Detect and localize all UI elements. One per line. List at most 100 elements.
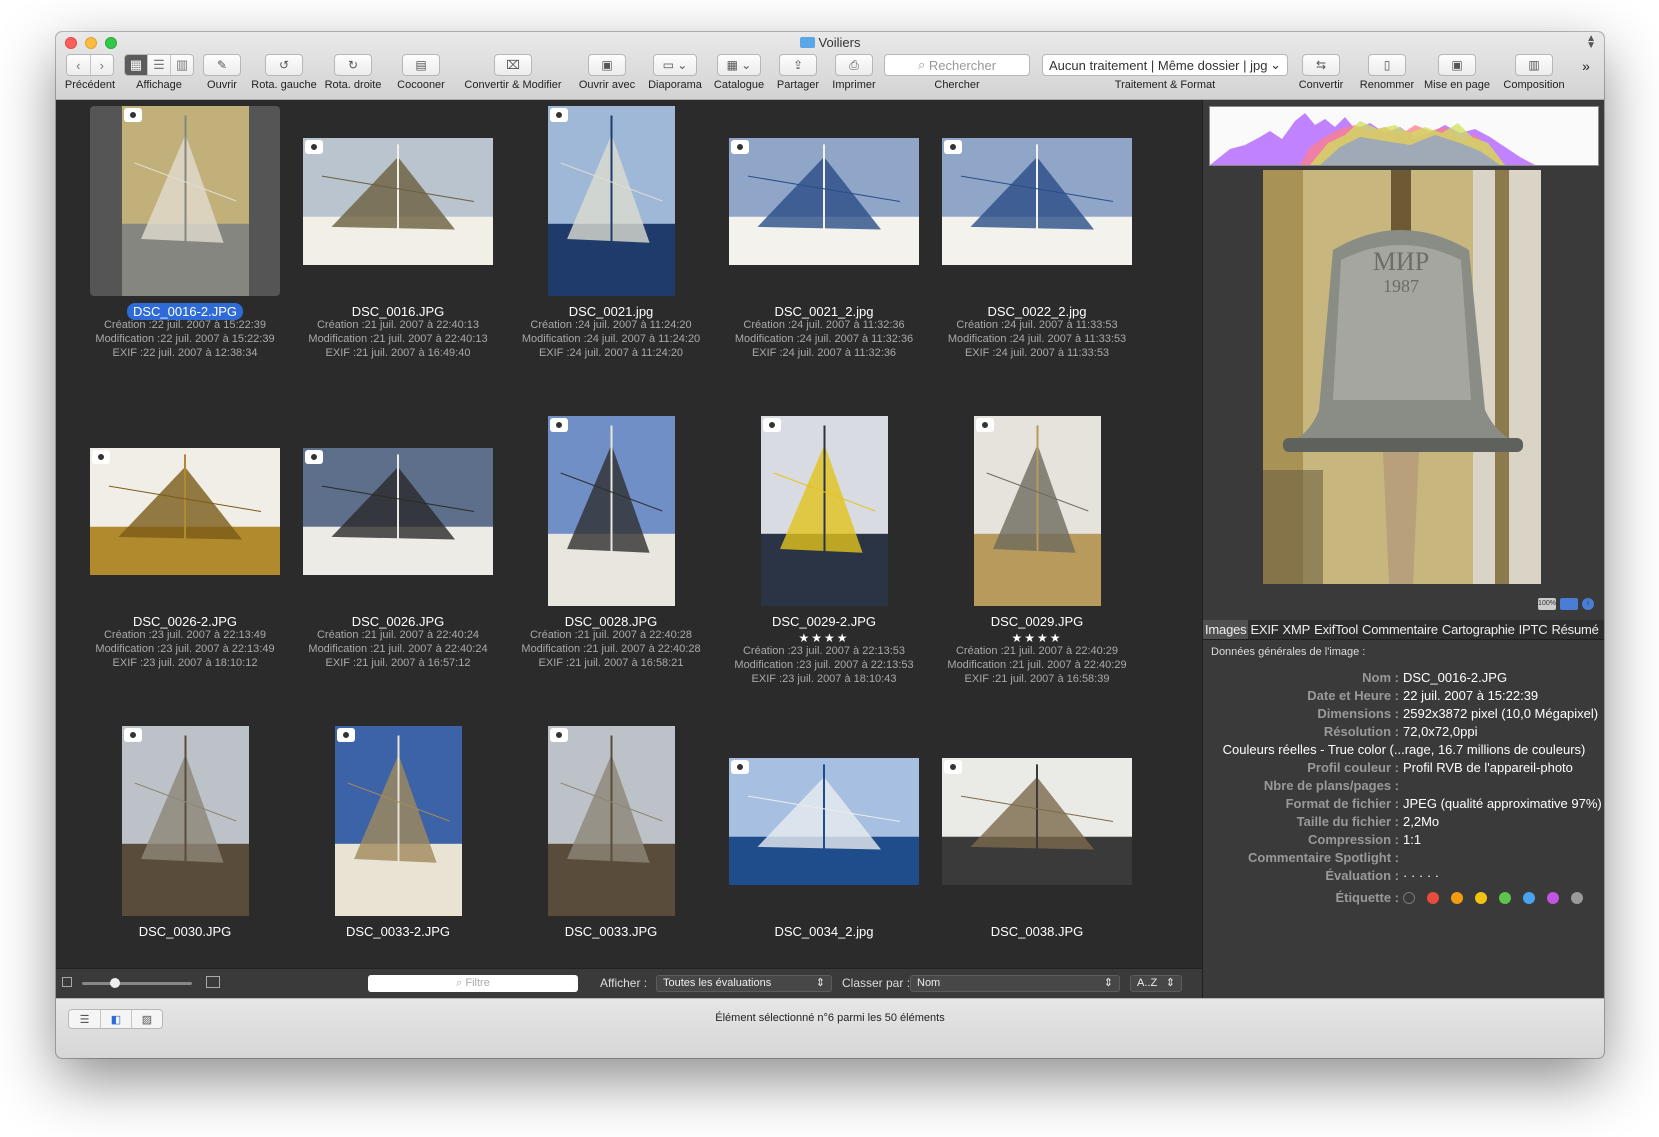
thumbnail-item[interactable]: DSC_0038.JPG [930,720,1144,968]
thumbnail-item[interactable]: DSC_0026.JPG Création :21 juil. 2007 à 2… [291,410,505,730]
thumbnail-filename[interactable]: DSC_0038.JPG [930,924,1144,939]
thumbnail-filename[interactable]: DSC_0021_2.jpg [717,304,931,319]
zoom-100-button[interactable]: 100% [1538,598,1556,610]
thumbnail-item[interactable]: DSC_0034_2.jpg [717,720,931,968]
thumbnail-frame[interactable] [729,726,919,916]
filter-input[interactable]: ⌕ Filtre [368,975,578,992]
thumbnail-filename[interactable]: DSC_0028.JPG [504,614,718,629]
thumbnail-filename[interactable]: DSC_0026.JPG [291,614,505,629]
thumbnail-item[interactable]: DSC_0021.jpg Création :24 juil. 2007 à 1… [504,100,718,420]
thumbnail-image[interactable] [942,137,1132,265]
thumbnail-image[interactable] [121,106,249,296]
thumbnail-image[interactable] [303,447,493,575]
thumbnail-item[interactable]: DSC_0033-2.JPG [291,720,505,968]
thumbnail-frame[interactable] [729,106,919,296]
display-mode-control[interactable]: ▦ ☰ ▥ Affichage [122,54,196,91]
label-color-dot[interactable] [1427,892,1439,904]
thumbnail-image[interactable] [547,416,675,606]
thumbnail-frame[interactable] [942,416,1132,606]
toolbar-scroll-icon[interactable]: ▲ ▼ [1586,34,1596,51]
thumbnail-filename[interactable]: DSC_0021.jpg [504,304,718,319]
label-color-dot[interactable] [1499,892,1511,904]
thumbnail-frame[interactable] [516,726,706,916]
thumbnail-image[interactable] [973,416,1101,606]
convert-modify-button[interactable]: ⌧ Convertir & Modifier [456,54,570,91]
convert-button[interactable]: ⇆ Convertir [1294,54,1348,91]
thumbnail-frame[interactable] [303,106,493,296]
thumbnail-item[interactable]: DSC_0022_2.jpg Création :24 juil. 2007 à… [930,100,1144,420]
thumbnail-item[interactable]: DSC_0021_2.jpg Création :24 juil. 2007 à… [717,100,931,420]
thumbnail-frame[interactable] [303,726,493,916]
thumbnail-image[interactable] [547,106,675,296]
thumbnail-item[interactable]: DSC_0016.JPG Création :21 juil. 2007 à 2… [291,100,505,420]
thumbnail-filename[interactable]: DSC_0033-2.JPG [291,924,505,939]
tab-images[interactable]: Images [1203,620,1249,639]
more-toolbar-button[interactable]: » [1576,58,1596,74]
catalog-button[interactable]: ▦ ⌄ Catalogue [710,54,768,91]
label-color-dot[interactable] [1571,892,1583,904]
label-color-dot[interactable] [1475,892,1487,904]
tab-cartographie[interactable]: Cartographie [1440,620,1517,639]
info-icon[interactable]: i [1582,598,1594,610]
forward-arrow-icon[interactable]: › [89,55,113,75]
histogram-icon[interactable] [1560,598,1578,610]
thumbnail-frame[interactable] [942,726,1132,916]
processing-select[interactable]: Aucun traitement | Même dossier | jpg ⌄ [1042,54,1288,76]
label-color-dot[interactable] [1451,892,1463,904]
open-with-button[interactable]: ▣ Ouvrir avec [574,54,640,91]
info-value[interactable]: · · · · · [1403,868,1439,883]
size-slider[interactable] [82,978,192,988]
filmstrip-view-icon[interactable]: ▥ [170,55,193,75]
rename-button[interactable]: ▯ Renommer [1356,54,1418,91]
label-color-dot[interactable] [1547,892,1559,904]
share-button[interactable]: ⇪ Partager [772,54,824,91]
thumbnail-filename[interactable]: DSC_0033.JPG [504,924,718,939]
thumbnail-item[interactable]: DSC_0029.JPG ★★★★ Création :21 juil. 200… [930,410,1144,730]
size-slider-knob[interactable] [110,978,120,988]
tag-button[interactable]: ▤ Cocooner [390,54,452,91]
tab-r-sum-[interactable]: Résumé [1549,620,1600,639]
thumbnail-frame[interactable] [90,106,280,296]
thumbnail-filename[interactable]: DSC_0016-2.JPG [78,303,292,320]
thumbnail-frame[interactable] [516,106,706,296]
composition-button[interactable]: ▥ Composition [1498,54,1570,91]
thumbnail-filename[interactable]: DSC_0022_2.jpg [930,304,1144,319]
thumbnail-image[interactable] [90,447,280,575]
sort-order-select[interactable]: A..Z ⇕ [1130,975,1182,992]
thumbnail-image[interactable] [547,726,675,916]
thumbnail-image[interactable] [729,757,919,885]
thumbnail-frame[interactable] [90,416,280,606]
rotate-right-button[interactable]: ↻ Rota. droite [320,54,386,91]
previous-button[interactable]: ‹ › Précédent [62,54,118,91]
thumbnail-filename[interactable]: DSC_0030.JPG [78,924,292,939]
thumbnail-frame[interactable] [516,416,706,606]
thumbnail-filename[interactable]: DSC_0029-2.JPG [717,614,931,629]
tab-commentaire[interactable]: Commentaire [1360,620,1440,639]
tab-exif[interactable]: EXIF [1248,620,1280,639]
thumbnail-filename[interactable]: DSC_0029.JPG [930,614,1144,629]
layout-button[interactable]: ▣ Mise en page [1420,54,1494,91]
thumbnail-browser[interactable]: DSC_0016-2.JPG Création :22 juil. 2007 à… [56,100,1202,968]
tab-exiftool[interactable]: ExifTool [1312,620,1360,639]
search-input[interactable]: ⌕ Rechercher [884,54,1030,76]
open-button[interactable]: ✎ Ouvrir [200,54,244,91]
grid-view-icon[interactable]: ▦ [125,55,147,75]
sort-select[interactable]: Nom ⇕ [910,975,1120,992]
print-button[interactable]: ⎙ Imprimer [826,54,882,91]
label-color-picker[interactable] [1403,892,1595,907]
thumbnail-image[interactable] [334,726,462,916]
no-label-icon[interactable] [1403,892,1415,904]
thumbnail-image[interactable] [729,137,919,265]
back-arrow-icon[interactable]: ‹ [67,55,90,75]
thumbnail-frame[interactable] [942,106,1132,296]
tab-iptc[interactable]: IPTC [1517,620,1550,639]
thumbnail-frame[interactable] [729,416,919,606]
thumbnail-image[interactable] [121,726,249,916]
thumbnail-image[interactable] [303,137,493,265]
thumbnail-filename[interactable]: DSC_0016.JPG [291,304,505,319]
thumbnail-item[interactable]: DSC_0016-2.JPG Création :22 juil. 2007 à… [78,100,292,420]
thumbnail-filename[interactable]: DSC_0034_2.jpg [717,924,931,939]
list-view-icon[interactable]: ☰ [147,55,170,75]
label-color-dot[interactable] [1523,892,1535,904]
thumbnail-item[interactable]: DSC_0029-2.JPG ★★★★ Création :23 juil. 2… [717,410,931,730]
